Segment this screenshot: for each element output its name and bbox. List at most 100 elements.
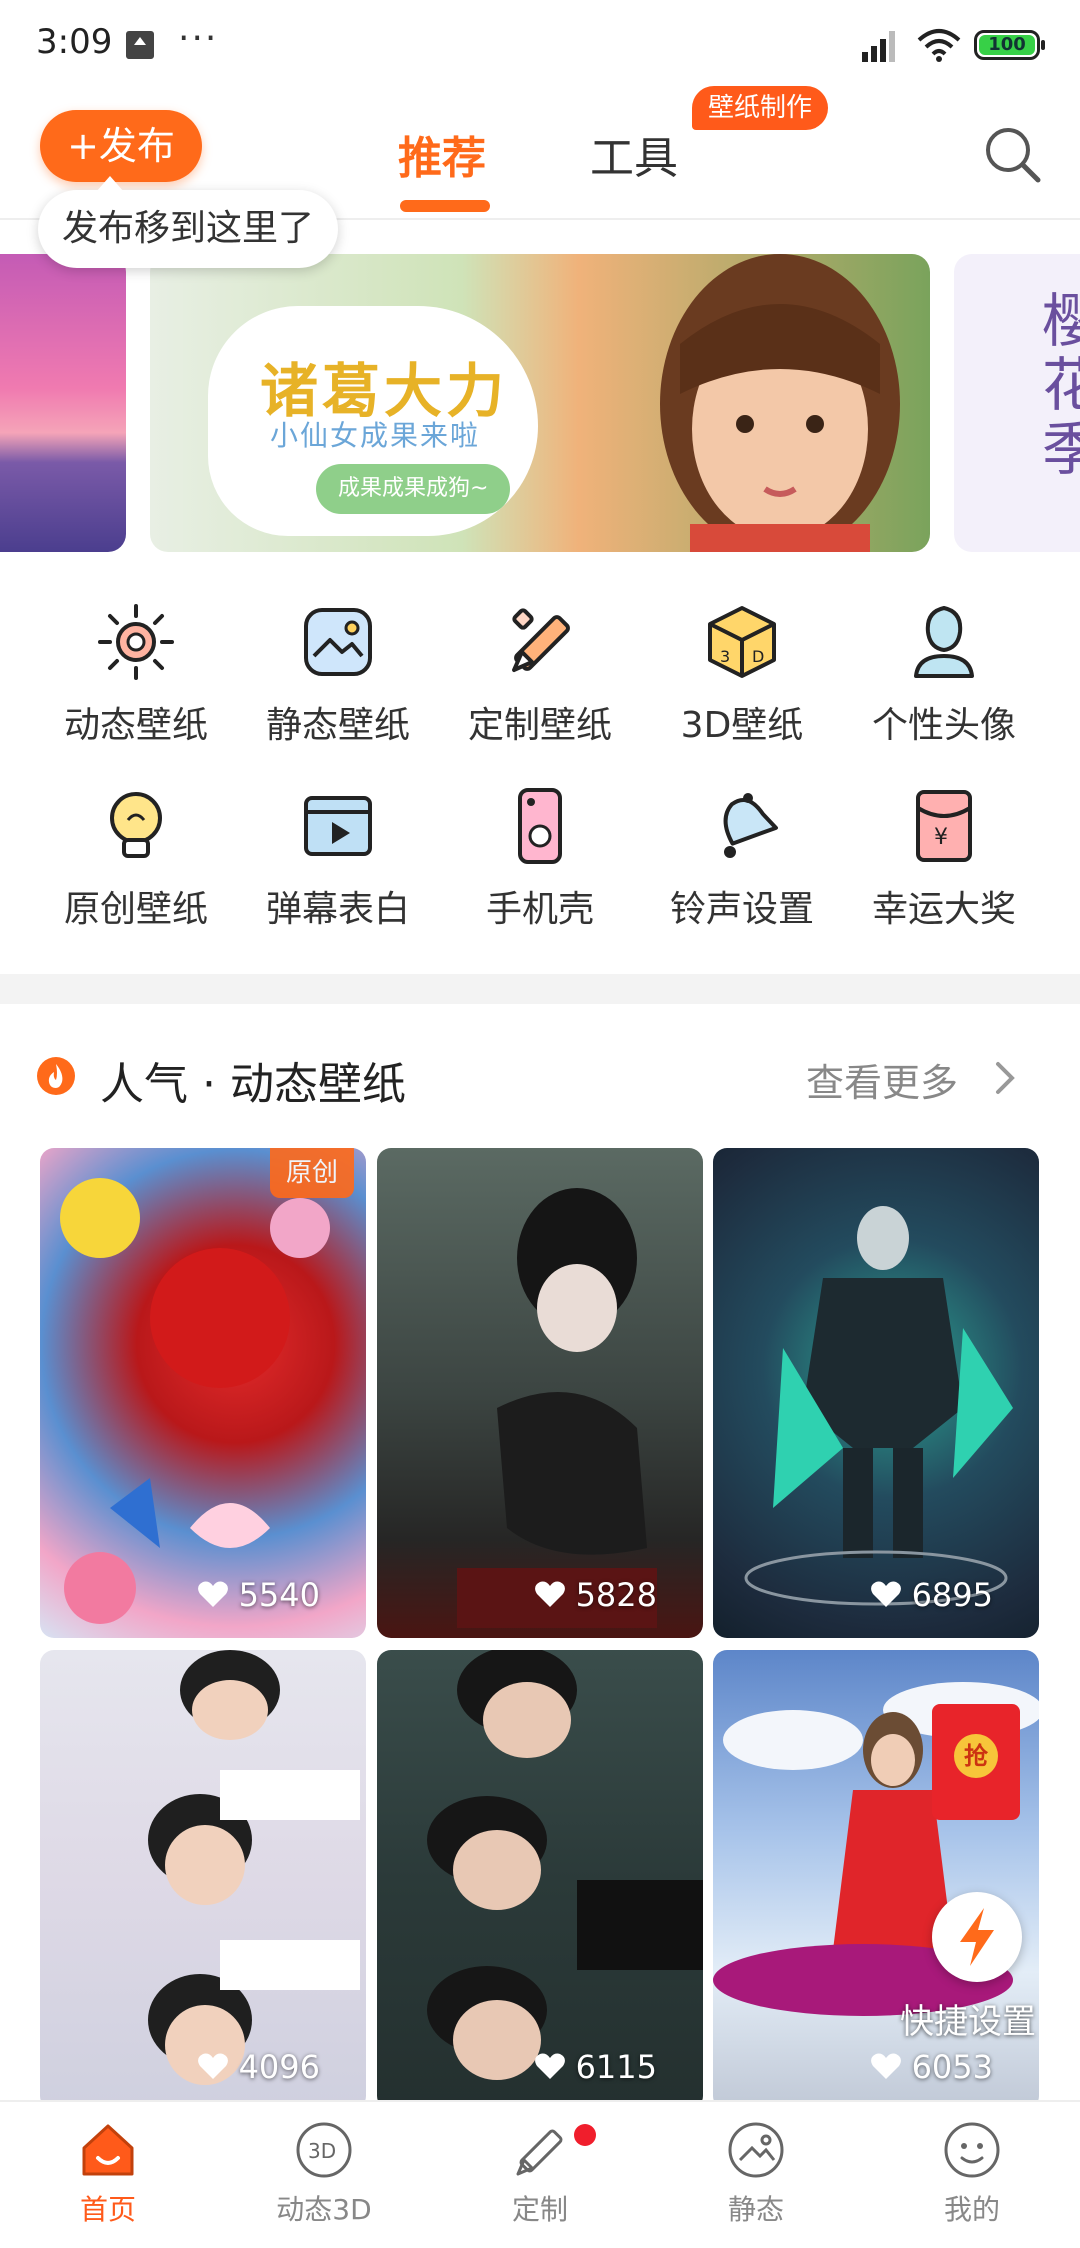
category-label: 静态壁纸 bbox=[265, 705, 410, 746]
original-badge: 原创 bbox=[269, 1148, 354, 1198]
category-grid: 动态壁纸 静态壁纸 定制壁纸 3 D 3D壁纸 个性头像 原创壁纸 弹幕表白 手… bbox=[0, 600, 1080, 980]
phone-case-icon bbox=[518, 788, 562, 864]
bulb-icon bbox=[110, 792, 162, 858]
see-more-link[interactable]: 查看更多 bbox=[806, 1052, 958, 1107]
notification-dot bbox=[574, 2124, 596, 2146]
category-avatar[interactable]: 个性头像 bbox=[844, 600, 1044, 760]
active-tab-indicator bbox=[400, 200, 490, 212]
heart-icon bbox=[870, 1581, 901, 1607]
custom-icon bbox=[516, 2129, 563, 2176]
svg-text:¥: ¥ bbox=[934, 825, 948, 850]
category-label: 动态壁纸 bbox=[63, 705, 208, 746]
category-3d-wallpaper[interactable]: 3 D 3D壁纸 bbox=[642, 600, 842, 760]
category-label: 弹幕表白 bbox=[265, 889, 410, 930]
sun-icon bbox=[98, 604, 174, 680]
status-time: 3:09 bbox=[36, 22, 113, 62]
nav-home[interactable]: 首页 bbox=[0, 2102, 216, 2248]
nav-static[interactable]: 静态 bbox=[648, 2102, 864, 2248]
bell-icon bbox=[723, 793, 778, 858]
category-label: 定制壁纸 bbox=[467, 705, 612, 746]
upload-icon bbox=[126, 31, 154, 59]
banner-next[interactable]: 樱花季 bbox=[954, 254, 1080, 552]
category-static-wallpaper[interactable]: 静态壁纸 bbox=[238, 600, 438, 760]
category-label: 3D壁纸 bbox=[680, 705, 804, 746]
red-packet-button[interactable]: 抢 bbox=[932, 1704, 1020, 1820]
red-envelope-icon: ¥ bbox=[916, 790, 972, 862]
banner-prev[interactable] bbox=[0, 254, 126, 552]
heart-icon bbox=[534, 2053, 565, 2079]
category-original-wallpaper[interactable]: 原创壁纸 bbox=[36, 784, 236, 944]
category-danmaku[interactable]: 弹幕表白 bbox=[238, 784, 438, 944]
quick-settings-label[interactable]: 快捷设置 bbox=[900, 1994, 1036, 2043]
like-count-value: 6895 bbox=[911, 1576, 993, 1614]
picture-icon bbox=[304, 608, 372, 676]
card-artwork bbox=[427, 1650, 703, 2080]
lightning-icon bbox=[960, 1908, 994, 1966]
category-lucky-prize[interactable]: ¥ 幸运大奖 bbox=[844, 784, 1044, 944]
home-icon bbox=[82, 2124, 134, 2176]
banner-next-text: 樱花季 bbox=[1032, 290, 1080, 482]
nav-label: 首页 bbox=[79, 2193, 136, 2226]
battery-level: 100 bbox=[979, 35, 1035, 55]
heart-icon bbox=[197, 1581, 228, 1607]
like-count: 6895 bbox=[870, 1576, 993, 1614]
fire-icon bbox=[37, 1057, 75, 1095]
card-artwork bbox=[148, 1650, 360, 2085]
wallpaper-card[interactable]: 4096 bbox=[40, 1650, 366, 2110]
nav-3d[interactable]: 3D 动态3D bbox=[216, 2102, 432, 2248]
svg-text:D: D bbox=[752, 647, 764, 666]
tab-recommend[interactable]: 推荐 bbox=[398, 122, 486, 186]
heart-icon bbox=[197, 2053, 228, 2079]
battery-icon: 100 bbox=[974, 30, 1045, 60]
search-icon[interactable] bbox=[980, 122, 1044, 186]
wallpaper-card[interactable]: 原创 5540 bbox=[40, 1148, 366, 1638]
more-notifications-icon: ··· bbox=[178, 18, 219, 59]
like-count-value: 5828 bbox=[575, 1576, 657, 1614]
category-live-wallpaper[interactable]: 动态壁纸 bbox=[36, 600, 236, 760]
banner-portrait bbox=[660, 254, 900, 552]
nav-custom[interactable]: 定制 bbox=[432, 2102, 648, 2248]
banner-carousel[interactable]: 诸葛大力 小仙女成果来啦 成果成果成狗~ 樱花季 bbox=[0, 254, 1080, 552]
nav-label: 定制 bbox=[511, 2193, 568, 2226]
like-count: 6115 bbox=[534, 2048, 657, 2086]
video-icon bbox=[304, 796, 372, 856]
chevron-right-icon[interactable] bbox=[990, 1058, 1020, 1098]
like-count-value: 6053 bbox=[911, 2048, 993, 2086]
card-artwork bbox=[60, 1178, 330, 1624]
popular-section-header: 人气 · 动态壁纸 查看更多 bbox=[0, 1040, 1080, 1120]
like-count-value: 6115 bbox=[575, 2048, 657, 2086]
publish-button[interactable]: +发布 bbox=[40, 110, 202, 182]
section-title: 人气 · 动态壁纸 bbox=[100, 1059, 406, 1110]
like-count: 5540 bbox=[197, 1576, 320, 1614]
like-count: 5828 bbox=[534, 1576, 657, 1614]
wallpaper-card[interactable]: 6895 bbox=[713, 1148, 1039, 1638]
quick-settings-button[interactable] bbox=[932, 1892, 1022, 1982]
banner-current[interactable]: 诸葛大力 小仙女成果来啦 成果成果成狗~ bbox=[150, 254, 930, 552]
tab-tools[interactable]: 工具 bbox=[590, 122, 678, 186]
bottom-navigation: 首页 3D 动态3D 定制 静态 我的 bbox=[0, 2100, 1080, 2248]
card-artwork bbox=[744, 1206, 1013, 1606]
section-divider bbox=[0, 974, 1080, 1004]
category-ringtone[interactable]: 铃声设置 bbox=[642, 784, 842, 944]
publish-tooltip: 发布移到这里了 bbox=[38, 176, 339, 268]
wallpaper-card[interactable]: 5828 bbox=[377, 1148, 703, 1638]
like-count: 4096 bbox=[197, 2048, 320, 2086]
3d-icon: 3D bbox=[296, 2122, 352, 2178]
like-count: 6053 bbox=[870, 2048, 993, 2086]
wallpaper-maker-badge[interactable]: 壁纸制作 bbox=[692, 86, 829, 130]
avatar-icon bbox=[914, 605, 974, 678]
wallpaper-card[interactable]: 6115 bbox=[377, 1650, 703, 2110]
category-phone-case[interactable]: 手机壳 bbox=[440, 784, 640, 944]
nav-label: 我的 bbox=[943, 2193, 1000, 2226]
smile-icon bbox=[944, 2122, 1000, 2178]
wifi-icon bbox=[917, 29, 961, 62]
cube-3d-icon: 3 D bbox=[708, 606, 776, 678]
svg-text:3: 3 bbox=[720, 647, 730, 666]
image-icon bbox=[728, 2122, 784, 2178]
nav-mine[interactable]: 我的 bbox=[864, 2102, 1080, 2248]
nav-label: 静态 bbox=[727, 2193, 784, 2226]
category-label: 原创壁纸 bbox=[63, 889, 208, 930]
category-label: 幸运大奖 bbox=[871, 889, 1016, 930]
category-label: 个性头像 bbox=[871, 705, 1016, 746]
category-custom-wallpaper[interactable]: 定制壁纸 bbox=[440, 600, 640, 760]
